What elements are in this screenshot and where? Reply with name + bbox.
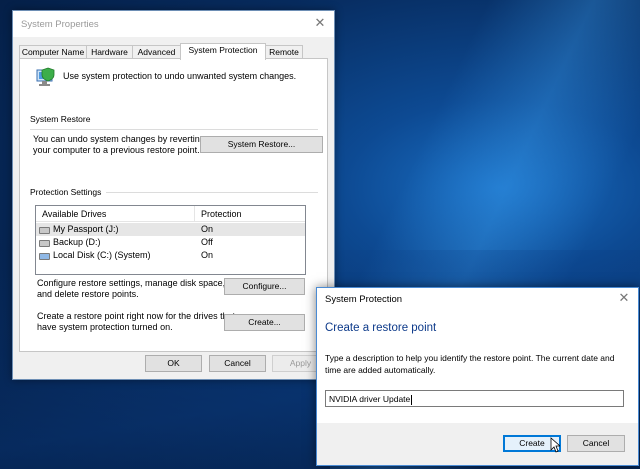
create-restore-point-dialog: System Protection ✕ Create a restore poi…: [316, 287, 639, 466]
tab-system-protection[interactable]: System Protection: [180, 43, 266, 60]
list-header: Available Drives Protection: [36, 206, 305, 222]
tab-hardware[interactable]: Hardware: [86, 45, 133, 59]
system-restore-text-line2: your computer to a previous restore poin…: [33, 145, 200, 155]
close-icon[interactable]: ✕: [616, 290, 632, 306]
drive-name: My Passport (J:): [53, 224, 119, 234]
restore-point-description-input[interactable]: NVIDIA driver Update: [325, 390, 624, 407]
configure-text-line2: and delete restore points.: [37, 289, 139, 299]
system-restore-button[interactable]: System Restore...: [200, 136, 323, 153]
column-header-protection[interactable]: Protection: [201, 209, 242, 219]
mouse-cursor-icon: [550, 437, 560, 453]
list-item[interactable]: My Passport (J:) On: [36, 223, 305, 236]
protection-settings-header: Protection Settings: [30, 187, 102, 197]
dialog-title: System Protection: [325, 294, 403, 305]
text-caret: [411, 394, 413, 405]
close-icon[interactable]: ✕: [312, 15, 328, 31]
dialog-title-bar: System Protection ✕: [317, 288, 638, 310]
external-drive-icon: [39, 227, 50, 234]
drive-protection: On: [201, 224, 214, 234]
drive-icon: [39, 240, 50, 247]
system-protection-icon: [36, 67, 55, 86]
dialog-body: Create a restore point Type a descriptio…: [317, 310, 638, 423]
drive-protection: On: [201, 250, 214, 260]
tab-advanced[interactable]: Advanced: [132, 45, 181, 59]
dialog-description: Type a description to help you identify …: [325, 353, 615, 375]
system-restore-header: System Restore: [30, 114, 91, 124]
system-drive-icon: [39, 253, 50, 260]
divider: [30, 129, 318, 130]
cancel-button[interactable]: Cancel: [209, 355, 266, 372]
window-title: System Properties: [21, 19, 99, 30]
column-separator: [194, 206, 195, 221]
ok-button[interactable]: OK: [145, 355, 202, 372]
cancel-button[interactable]: Cancel: [567, 435, 625, 452]
intro-text: Use system protection to undo unwanted s…: [63, 71, 297, 81]
configure-button[interactable]: Configure...: [224, 278, 305, 295]
drives-list[interactable]: Available Drives Protection My Passport …: [35, 205, 306, 275]
tab-remote[interactable]: Remote: [265, 45, 303, 59]
create-text-line1: Create a restore point right now for the…: [37, 311, 236, 321]
title-bar: System Properties ✕: [13, 11, 334, 37]
drive-name: Local Disk (C:) (System): [53, 250, 151, 260]
list-item[interactable]: Backup (D:) Off: [36, 236, 305, 249]
divider: [106, 192, 318, 193]
system-properties-window: System Properties ✕ Computer Name Hardwa…: [12, 10, 335, 380]
drive-name: Backup (D:): [53, 237, 101, 247]
drive-protection: Off: [201, 237, 213, 247]
list-item[interactable]: Local Disk (C:) (System) On: [36, 249, 305, 262]
input-value: NVIDIA driver Update: [329, 394, 411, 404]
column-header-drives[interactable]: Available Drives: [42, 209, 106, 219]
tab-computer-name[interactable]: Computer Name: [19, 45, 87, 59]
create-text-line2: have system protection turned on.: [37, 322, 173, 332]
create-button[interactable]: Create...: [224, 314, 305, 331]
dialog-heading: Create a restore point: [325, 322, 437, 334]
system-restore-text-line1: You can undo system changes by reverting: [33, 134, 205, 144]
configure-text-line1: Configure restore settings, manage disk …: [37, 278, 226, 288]
